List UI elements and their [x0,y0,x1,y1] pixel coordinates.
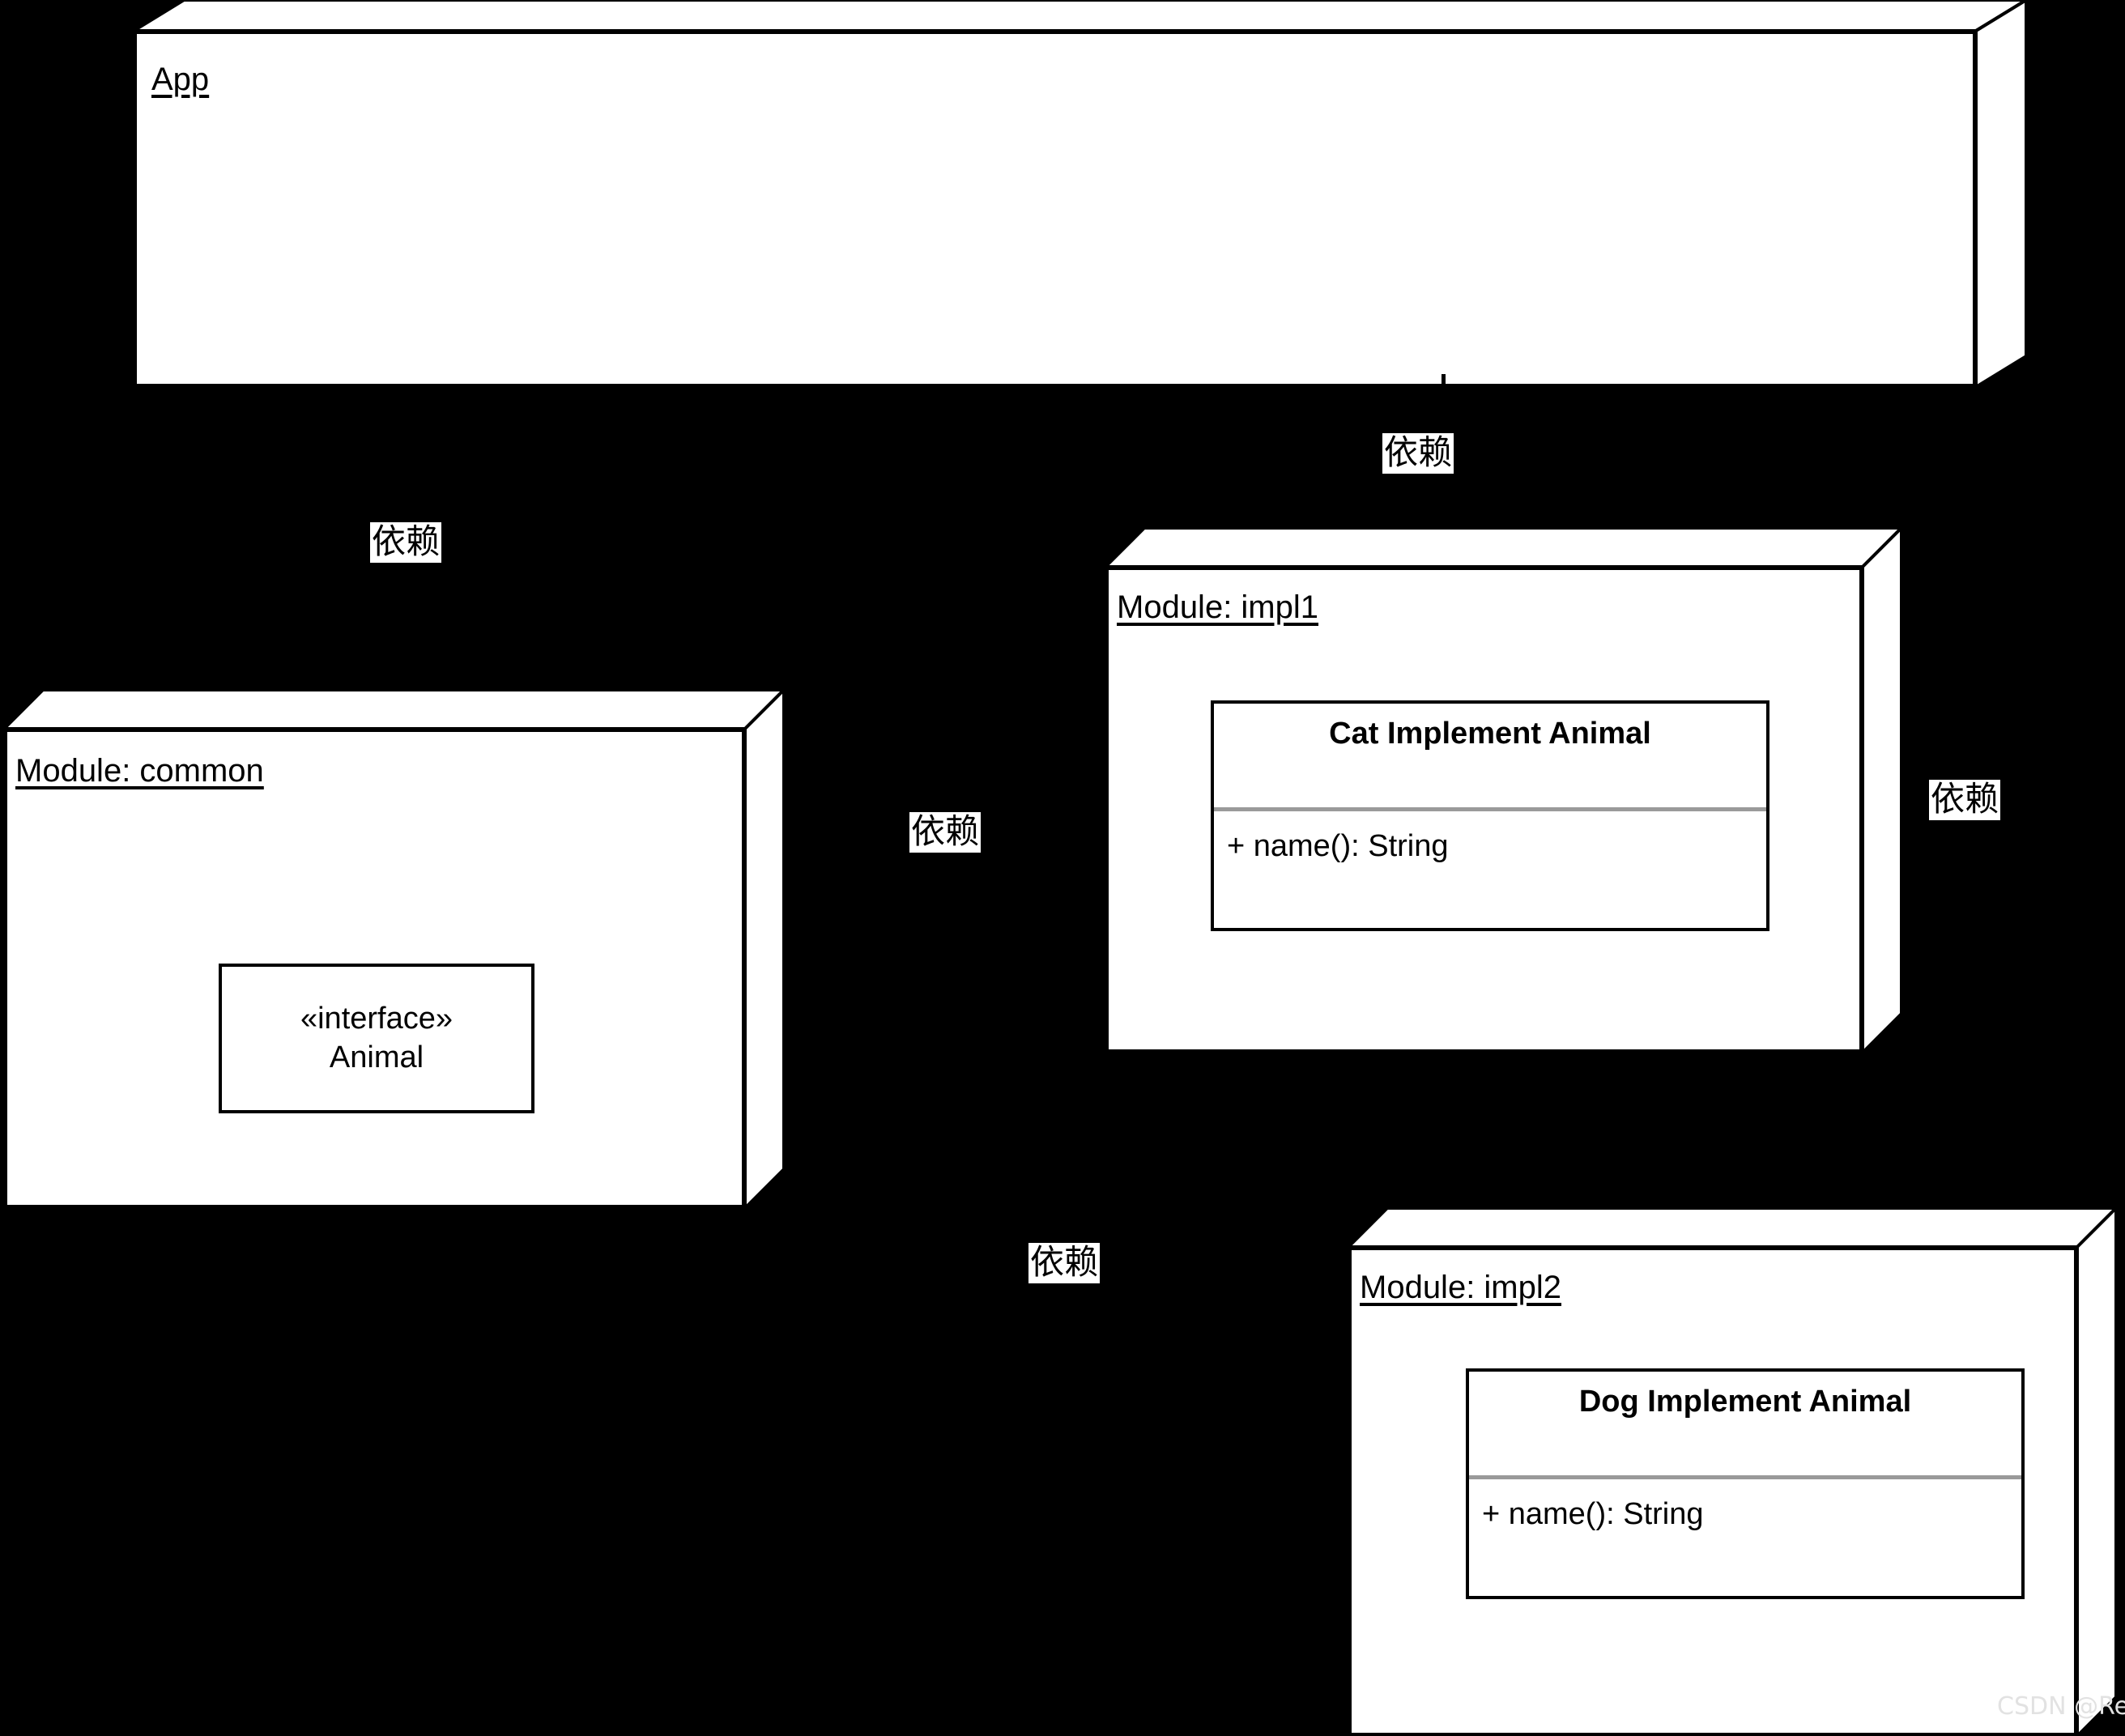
impl2-node-title: Module: impl2 [1360,1270,1562,1305]
node-module-common[interactable]: Module: common «interface» Animal [4,729,745,1208]
node-module-impl1[interactable]: Module: impl1 Cat Implement Animal + nam… [1105,567,1863,1053]
impl1-node-title: Module: impl1 [1117,589,1319,625]
interface-stereotype: «interface» [300,1002,453,1036]
app-dependency-stub [1442,374,1446,392]
csdn-watermark: CSDN @Reven_L [1997,1692,2125,1721]
node-module-impl2[interactable]: Module: impl2 Dog Implement Animal + nam… [1348,1247,2077,1736]
interface-animal-box[interactable]: «interface» Animal [219,964,534,1113]
class-cat-member: + name(): String [1227,828,1449,863]
class-dog-box[interactable]: Dog Implement Animal + name(): String [1466,1368,2025,1599]
class-dog-member: + name(): String [1482,1496,1704,1531]
class-cat-box[interactable]: Cat Implement Animal + name(): String [1211,700,1769,931]
uml-diagram-canvas: App Module: common «interface» Animal Mo… [0,0,2125,1736]
class-cat-title: Cat Implement Animal [1329,717,1651,751]
interface-name: Animal [329,1040,424,1074]
app-node-title: App [151,62,210,97]
common-node-title: Module: common [15,753,264,789]
app-node-face [134,31,1976,387]
dependency-label-impl2-right: 依赖 [1929,779,2001,820]
node-app[interactable]: App [134,0,1976,387]
dependency-label-impl1-common: 依赖 [909,811,982,853]
dependency-label-app-impl1: 依赖 [1382,432,1454,474]
dependency-label-app-impl2: 依赖 [1028,1242,1101,1283]
dependency-label-app-common: 依赖 [370,521,442,563]
class-dog-title: Dog Implement Animal [1578,1385,1912,1419]
